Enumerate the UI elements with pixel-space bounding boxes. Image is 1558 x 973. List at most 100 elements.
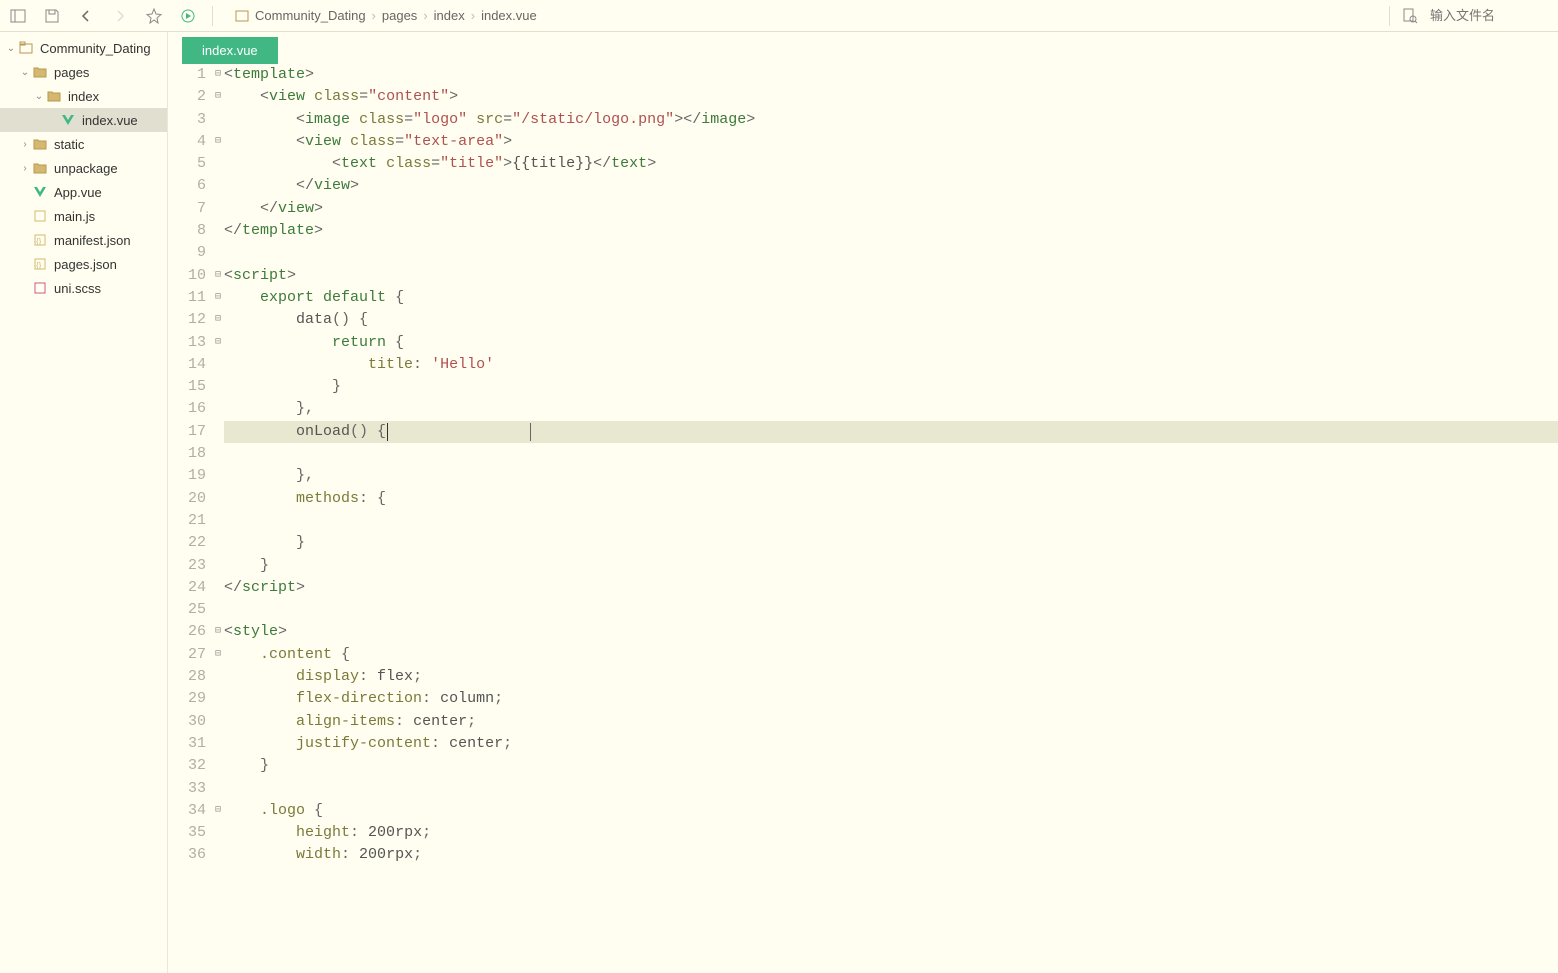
fold-marker[interactable]: ⊟ [212, 332, 224, 354]
tree-item-label: pages.json [54, 257, 117, 272]
chevron-icon[interactable]: ⌄ [32, 91, 46, 102]
fold-marker[interactable]: ⊟ [212, 86, 224, 108]
code-line[interactable]: </view> [224, 175, 1558, 197]
code-editor[interactable]: 1234567891011121314151617181920212223242… [168, 64, 1558, 973]
chevron-icon[interactable]: › [18, 163, 32, 174]
breadcrumb-item[interactable]: index.vue [481, 8, 537, 23]
fold-marker[interactable]: ⊟ [212, 131, 224, 153]
code-line[interactable]: title: 'Hello' [224, 354, 1558, 376]
tree-item-uni-scss[interactable]: uni.scss [0, 276, 167, 300]
code-line[interactable]: } [224, 555, 1558, 577]
code-line[interactable]: <image class="logo" src="/static/logo.pn… [224, 109, 1558, 131]
project-icon [18, 40, 34, 56]
file-tree[interactable]: ⌄Community_Dating⌄pages⌄indexindex.vue›s… [0, 32, 168, 973]
run-icon[interactable] [178, 6, 198, 26]
star-icon[interactable] [144, 6, 164, 26]
code-line[interactable]: .content { [224, 644, 1558, 666]
tree-item-label: pages [54, 65, 89, 80]
nav-back-icon[interactable] [76, 6, 96, 26]
tree-item-index-vue[interactable]: index.vue [0, 108, 167, 132]
code-line[interactable]: <view class="content"> [224, 86, 1558, 108]
tree-item-label: uni.scss [54, 281, 101, 296]
code-line[interactable]: <style> [224, 621, 1558, 643]
code-line[interactable]: height: 200rpx; [224, 822, 1558, 844]
code-line[interactable]: } [224, 755, 1558, 777]
fold-marker [212, 555, 224, 577]
code-line[interactable]: <text class="title">{{title}}</text> [224, 153, 1558, 175]
tree-item-manifest-json[interactable]: {}manifest.json [0, 228, 167, 252]
tree-item-label: main.js [54, 209, 95, 224]
breadcrumb-sep: › [471, 8, 475, 23]
code-line[interactable]: <view class="text-area"> [224, 131, 1558, 153]
code-line[interactable]: </template> [224, 220, 1558, 242]
fold-marker [212, 532, 224, 554]
code-line[interactable]: flex-direction: column; [224, 688, 1558, 710]
tree-item-pages-json[interactable]: {} pages.json [0, 252, 167, 276]
breadcrumb-item[interactable]: index [434, 8, 465, 23]
tree-item-App-vue[interactable]: App.vue [0, 180, 167, 204]
fold-marker[interactable]: ⊟ [212, 265, 224, 287]
tab-index-vue[interactable]: index.vue [182, 37, 278, 64]
search-input[interactable] [1430, 8, 1550, 23]
code-line[interactable]: export default { [224, 287, 1558, 309]
fold-marker [212, 733, 224, 755]
code-line[interactable]: } [224, 376, 1558, 398]
fold-marker[interactable]: ⊟ [212, 621, 224, 643]
code-line[interactable]: onLoad() { [224, 421, 1558, 443]
tree-item-static[interactable]: ›static [0, 132, 167, 156]
fold-marker [212, 242, 224, 264]
save-icon[interactable] [42, 6, 62, 26]
code-line[interactable] [224, 599, 1558, 621]
code-line[interactable] [224, 778, 1558, 800]
js-icon [32, 208, 48, 224]
fold-marker[interactable]: ⊟ [212, 309, 224, 331]
code-line[interactable]: }, [224, 465, 1558, 487]
chevron-icon[interactable]: ⌄ [4, 43, 18, 54]
toggle-sidebar-icon[interactable] [8, 6, 28, 26]
fold-marker [212, 354, 224, 376]
tree-item-index[interactable]: ⌄index [0, 84, 167, 108]
json-icon: {} [32, 232, 48, 248]
code-line[interactable]: </view> [224, 198, 1558, 220]
folder-icon [32, 64, 48, 80]
chevron-icon[interactable]: ⌄ [18, 67, 32, 78]
code-line[interactable]: .logo { [224, 800, 1558, 822]
fold-marker[interactable]: ⊟ [212, 287, 224, 309]
breadcrumb-item[interactable]: pages [382, 8, 417, 23]
tree-item-pages[interactable]: ⌄ pages [0, 60, 167, 84]
tab-bar: index.vue [168, 32, 1558, 64]
breadcrumb-item[interactable]: Community_Dating [255, 8, 366, 23]
code-line[interactable]: }, [224, 398, 1558, 420]
code-line[interactable] [224, 510, 1558, 532]
code-line[interactable]: width: 200rpx; [224, 844, 1558, 866]
code-line[interactable]: <script> [224, 265, 1558, 287]
chevron-icon[interactable]: › [18, 139, 32, 150]
code-line[interactable] [224, 443, 1558, 465]
json-icon: {} [32, 256, 48, 272]
fold-marker [212, 175, 224, 197]
code-line[interactable]: align-items: center; [224, 711, 1558, 733]
code-line[interactable]: } [224, 532, 1558, 554]
project-icon [235, 9, 249, 23]
code-line[interactable]: display: flex; [224, 666, 1558, 688]
svg-text:{}: {} [36, 237, 42, 246]
code-line[interactable] [224, 242, 1558, 264]
code-line[interactable]: data() { [224, 309, 1558, 331]
code-line[interactable]: justify-content: center; [224, 733, 1558, 755]
file-search-icon[interactable] [1400, 6, 1420, 26]
code-line[interactable]: </script> [224, 577, 1558, 599]
fold-marker [212, 599, 224, 621]
code-line[interactable]: return { [224, 332, 1558, 354]
code-line[interactable]: methods: { [224, 488, 1558, 510]
tree-item-Community_Dating[interactable]: ⌄Community_Dating [0, 36, 167, 60]
fold-marker [212, 443, 224, 465]
fold-marker[interactable]: ⊟ [212, 64, 224, 86]
tree-item-unpackage[interactable]: › unpackage [0, 156, 167, 180]
fold-column[interactable]: ⊟⊟⊟⊟⊟⊟⊟⊟⊟⊟ [212, 64, 224, 973]
nav-forward-icon[interactable] [110, 6, 130, 26]
fold-marker[interactable]: ⊟ [212, 644, 224, 666]
code-line[interactable]: <template> [224, 64, 1558, 86]
tree-item-main-js[interactable]: main.js [0, 204, 167, 228]
tree-item-label: unpackage [54, 161, 118, 176]
fold-marker[interactable]: ⊟ [212, 800, 224, 822]
